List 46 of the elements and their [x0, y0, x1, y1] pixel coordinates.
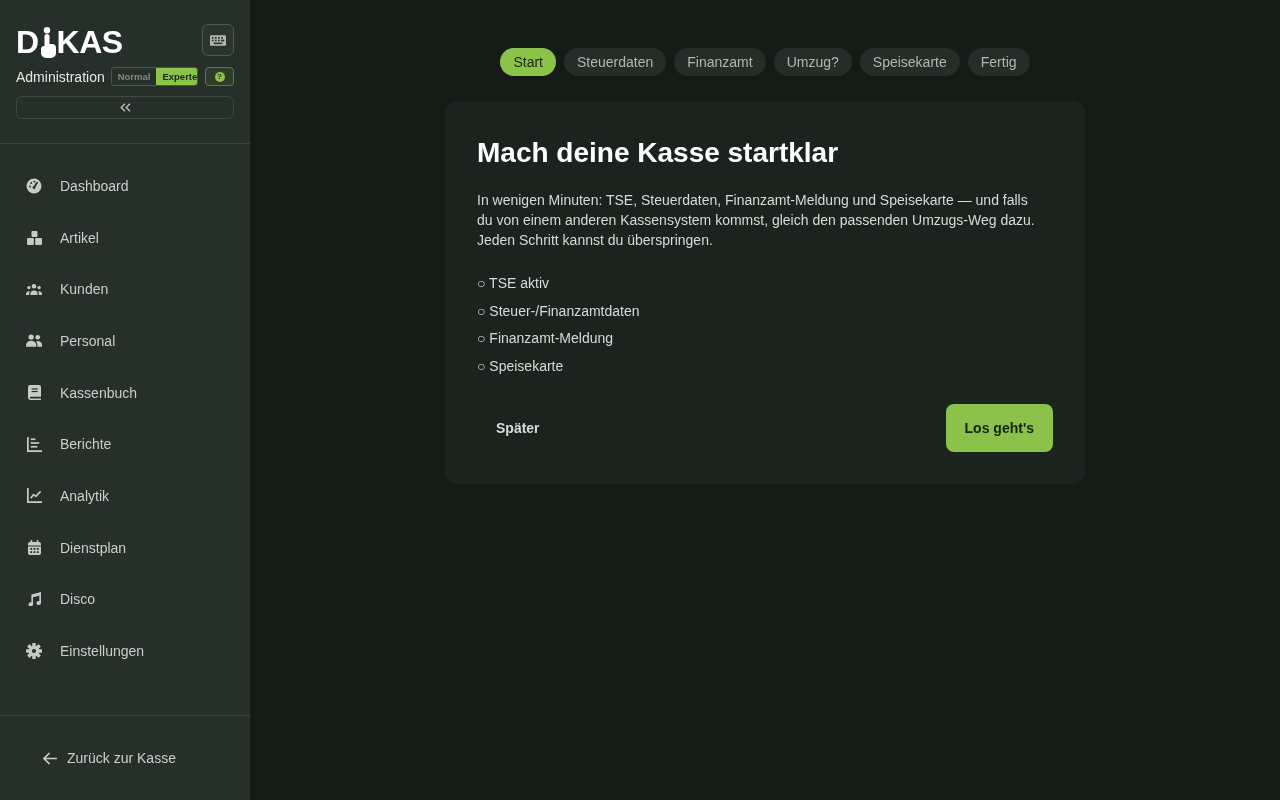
step-tab[interactable]: Steuerdaten: [564, 48, 667, 76]
nav-item[interactable]: Kassenbuch: [0, 366, 250, 419]
back-link[interactable]: Zurück zur Kasse: [16, 732, 176, 784]
nav-item[interactable]: Analytik: [0, 470, 250, 522]
section-title: Administration: [16, 68, 105, 85]
keyboard-icon: [210, 34, 226, 46]
mode-option[interactable]: Experte: [156, 68, 197, 85]
step-tab[interactable]: Umzug?: [773, 48, 852, 76]
nav-item[interactable]: Personal: [0, 315, 250, 367]
boxes-icon: [26, 230, 42, 245]
people-icon: [26, 334, 42, 348]
description-text: In wenigen Minuten: TSE, Steuerdaten, Finanzamt-Meldung und Speisekarte — und falls du von einem anderen Kassensystem kommst, gleich den passenden Umzugs-Weg dazu. Jeden Schritt kannst du überspringen.: [477, 191, 1036, 250]
nav-item[interactable]: Artikel: [0, 211, 250, 264]
card-title: Mach deine Kasse startklar: [477, 136, 840, 170]
calendar-icon: [27, 540, 41, 556]
step-tab[interactable]: Finanzamt: [674, 48, 766, 76]
music-note-icon: [27, 592, 41, 607]
gauge-icon: [26, 177, 42, 194]
checklist-item: ○ Finanzamt-Meldung: [477, 329, 615, 348]
arrow-left-icon: [42, 751, 58, 765]
bar-chart-icon: [26, 436, 42, 452]
nav-item[interactable]: Dashboard: [0, 160, 250, 212]
nav-item[interactable]: Dienstplan: [0, 521, 250, 574]
step-tab[interactable]: Fertig: [967, 48, 1030, 76]
line-chart-icon: [26, 488, 42, 504]
finger-pointer-icon: [38, 27, 56, 58]
checklist-item: ○ TSE aktiv: [477, 274, 550, 293]
group-icon: [26, 282, 42, 296]
logo-text: D: [16, 26, 39, 58]
settings-icon: [26, 643, 42, 660]
double-chevron-left-icon: [119, 103, 131, 112]
nav-item[interactable]: Berichte: [0, 418, 250, 471]
nav-item[interactable]: Einstellungen: [0, 625, 250, 677]
mode-option[interactable]: Normal: [111, 68, 157, 85]
start-button[interactable]: Los geht's: [945, 404, 1053, 452]
nav-item[interactable]: Disco: [0, 573, 250, 626]
later-button[interactable]: Später: [477, 404, 559, 452]
checklist-item: ○ Speisekarte: [477, 356, 565, 376]
step-tab[interactable]: Speisekarte: [859, 48, 960, 76]
help-button[interactable]: ?: [205, 67, 234, 86]
keyboard-button[interactable]: [202, 24, 234, 56]
logo-text: KAS: [56, 26, 123, 58]
book-icon: [27, 385, 41, 401]
step-tab[interactable]: Start: [500, 48, 556, 76]
nav-item[interactable]: Kunden: [0, 263, 250, 316]
checklist-item: ○ Steuer-/Finanzamtdaten: [477, 301, 641, 321]
